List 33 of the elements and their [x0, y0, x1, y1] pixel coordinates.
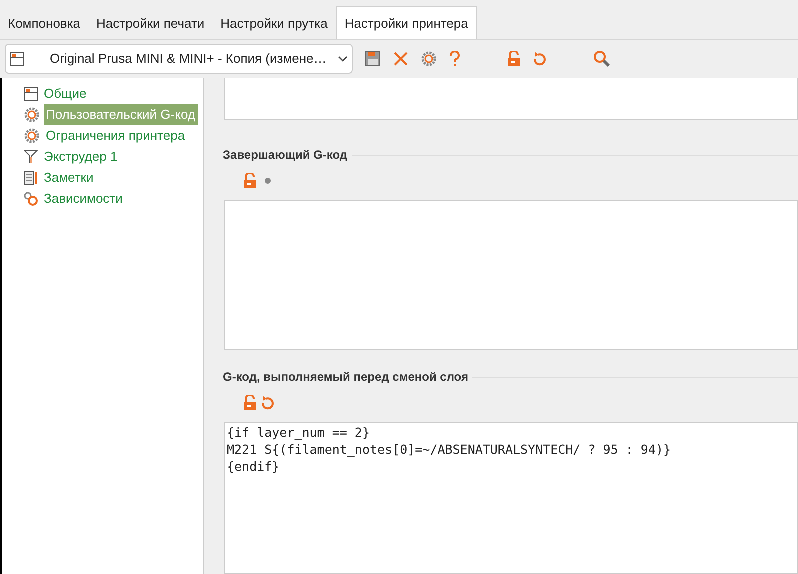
code-line: M221 S{(filament_notes[0]=~/ABSENATURALSYNTECH/ ? 95 : 94)}: [227, 441, 672, 458]
unlocked-lock-icon[interactable]: [243, 173, 257, 189]
undo-icon[interactable]: [533, 51, 547, 67]
sidebar-item[interactable]: Заметки: [42, 167, 96, 188]
window-icon: [24, 86, 38, 100]
sidebar-item[interactable]: Ограничения принтера: [44, 125, 188, 146]
sidebar-item[interactable]: Экструдер 1: [42, 146, 120, 167]
sidebar-item[interactable]: Зависимости: [42, 188, 125, 209]
gear-icon[interactable]: [421, 51, 437, 67]
gear-icon: [24, 106, 40, 122]
search-icon[interactable]: [593, 50, 611, 68]
close-icon[interactable]: [393, 51, 409, 67]
notes-icon: [24, 170, 38, 184]
code-line: {if layer_num == 2}: [227, 424, 371, 441]
section-title: G-код, выполняемый перед сменой слоя: [222, 369, 468, 386]
preset-dropdown[interactable]: Original Prusa MINI & MINI+ - Копия (измене…: [5, 44, 353, 74]
unlocked-lock-icon[interactable]: [243, 395, 257, 411]
help-icon[interactable]: [449, 51, 461, 67]
unlocked-lock-icon[interactable]: [507, 51, 521, 67]
window-icon: [10, 52, 24, 66]
code-line: {endif}: [227, 458, 281, 475]
preset-value: Original Prusa MINI & MINI+ - Копия (измене…: [49, 50, 328, 68]
sidebar-item[interactable]: Общие: [42, 83, 89, 104]
tab[interactable]: Настройки принтера: [336, 6, 478, 39]
gears-icon: [24, 192, 38, 206]
code-editor[interactable]: {if layer_num == 2} M221 S{(filament_notes[0]=~/ABSENATURALSYNTECH/ ? 95 : 94)} {endif}: [224, 422, 798, 574]
gear-icon: [24, 128, 40, 144]
save-icon[interactable]: [365, 51, 381, 67]
caret-icon: [338, 56, 348, 62]
section-title: Завершающий G-код: [222, 147, 348, 164]
extruder-icon: [24, 150, 38, 164]
code-editor[interactable]: [224, 78, 798, 120]
undo-icon[interactable]: [261, 395, 275, 411]
